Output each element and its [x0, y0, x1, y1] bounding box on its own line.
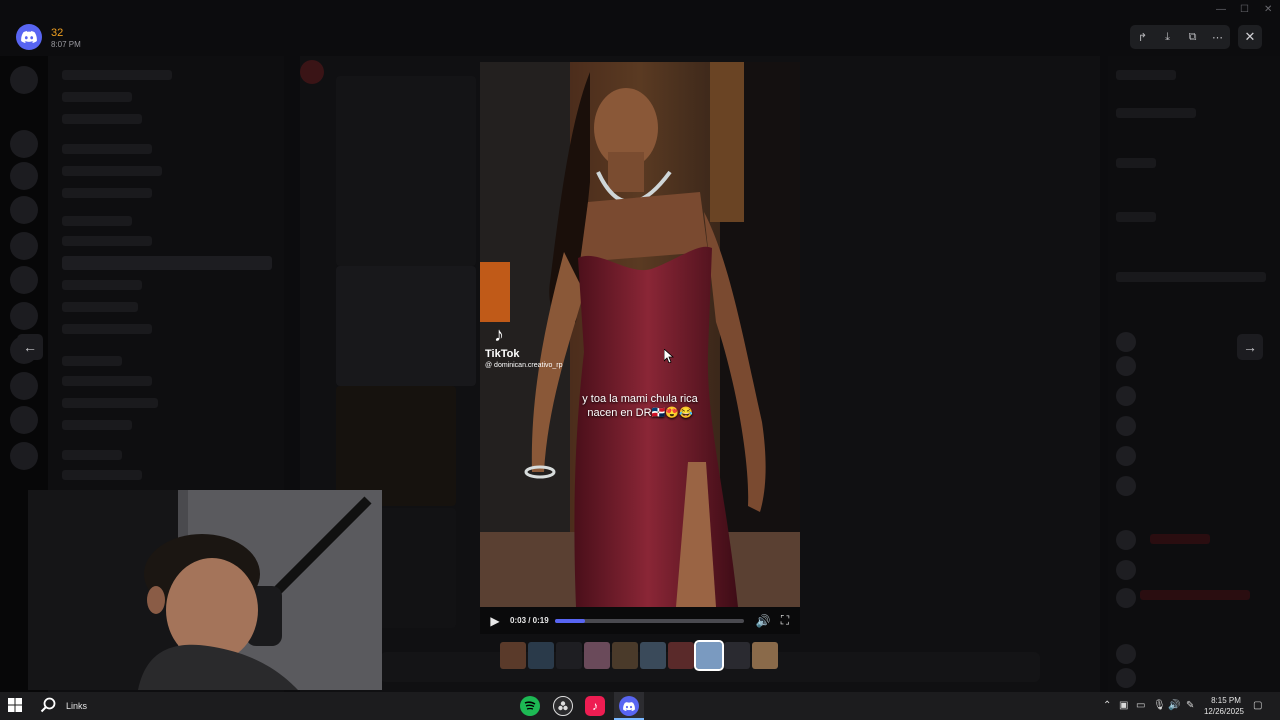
caption-line-1: y toa la mami chula rica [582, 393, 698, 405]
video-player[interactable]: ♪ TikTok @ dominican.creativo_rp y toa l… [480, 62, 800, 607]
video-caption: y toa la mami chula rica nacen en DR🇩🇴😍😂 [480, 392, 800, 420]
volume-icon[interactable]: 🔊 [754, 612, 772, 630]
media-thumbnail[interactable] [556, 642, 582, 669]
mouse-cursor-icon [663, 348, 675, 368]
arrow-right-icon[interactable]: → [1237, 334, 1263, 360]
close-window-icon[interactable]: ✕ [1264, 4, 1272, 15]
media-viewer-toolbar: ↱ ⤓ ⧉ ⋯ [1130, 25, 1230, 49]
webcam-image [28, 490, 382, 690]
media-thumbnail[interactable] [612, 642, 638, 669]
media-thumbnail[interactable] [724, 642, 750, 669]
clock-time[interactable]: 8:15 PM [1206, 696, 1246, 705]
search-icon[interactable] [40, 697, 56, 718]
discord-icon[interactable] [619, 696, 639, 716]
microphone-icon[interactable]: 🎙 [1153, 700, 1166, 711]
media-thumbnail[interactable] [752, 642, 778, 669]
minimize-window-icon[interactable]: — [1216, 4, 1226, 15]
media-thumbnail[interactable] [500, 642, 526, 669]
tiktok-handle: @ dominican.creativo_rp [485, 362, 563, 369]
open-external-icon[interactable]: ⧉ [1183, 31, 1203, 44]
media-thumbnail[interactable] [694, 640, 724, 671]
obs-icon[interactable] [553, 696, 573, 716]
windows-start-icon[interactable] [8, 698, 22, 717]
play-icon[interactable]: ▶ [486, 612, 504, 630]
pen-icon[interactable]: ✎ [1186, 700, 1194, 711]
tiktok-icon[interactable]: ♪ [585, 696, 605, 716]
video-frame-image [480, 62, 800, 607]
media-thumbnail-strip [500, 640, 780, 671]
media-thumbnail[interactable] [584, 642, 610, 669]
display-icon[interactable]: ▭ [1136, 700, 1145, 711]
video-progress-bar[interactable] [554, 618, 744, 623]
media-thumbnail[interactable] [668, 642, 694, 669]
notification-icon[interactable]: ▢ [1253, 700, 1262, 711]
volume-icon[interactable]: 🔊 [1168, 700, 1180, 711]
video-progress-fill [554, 618, 585, 623]
discord-icon[interactable] [16, 24, 42, 50]
media-thumbnail[interactable] [640, 642, 666, 669]
spotify-icon[interactable] [520, 696, 540, 716]
media-thumbnail[interactable] [528, 642, 554, 669]
maximize-window-icon[interactable]: ☐ [1240, 4, 1249, 15]
chevron-up-icon[interactable]: ⌃ [1103, 700, 1111, 711]
screen: — ☐ ✕ 32 8:07 PM ↱ ⤓ ⧉ ⋯ ✕ ← → ♪ TikTok … [0, 0, 1280, 720]
links-toolbar[interactable]: Links [66, 701, 87, 711]
notification-count: 32 [51, 27, 64, 39]
taskbar: Links ♪ ⌃ ▣ ▭ 🎙 🔊 ✎ 8:15 PM 12/26/2025 ▢ [0, 692, 1280, 720]
tiktok-icon: ♪ [494, 324, 504, 346]
webcam-overlay [28, 490, 382, 690]
download-icon[interactable]: ⤓ [1158, 31, 1178, 44]
badge-time: 8:07 PM [51, 40, 81, 49]
fullscreen-icon[interactable]: ⛶ [776, 612, 794, 630]
forward-icon[interactable]: ↱ [1133, 31, 1153, 44]
caption-line-2: nacen en DR🇩🇴😍😂 [587, 407, 693, 419]
video-controls: ▶ 0:03 / 0:19 🔊 ⛶ [480, 607, 800, 634]
clock-date[interactable]: 12/26/2025 [1202, 707, 1246, 716]
more-icon[interactable]: ⋯ [1208, 31, 1228, 44]
tray-app-icon[interactable]: ▣ [1119, 700, 1128, 711]
close-icon[interactable]: ✕ [1238, 25, 1262, 49]
tiktok-brand: TikTok [485, 348, 520, 360]
video-time: 0:03 / 0:19 [510, 616, 549, 625]
arrow-left-icon[interactable]: ← [17, 334, 43, 360]
